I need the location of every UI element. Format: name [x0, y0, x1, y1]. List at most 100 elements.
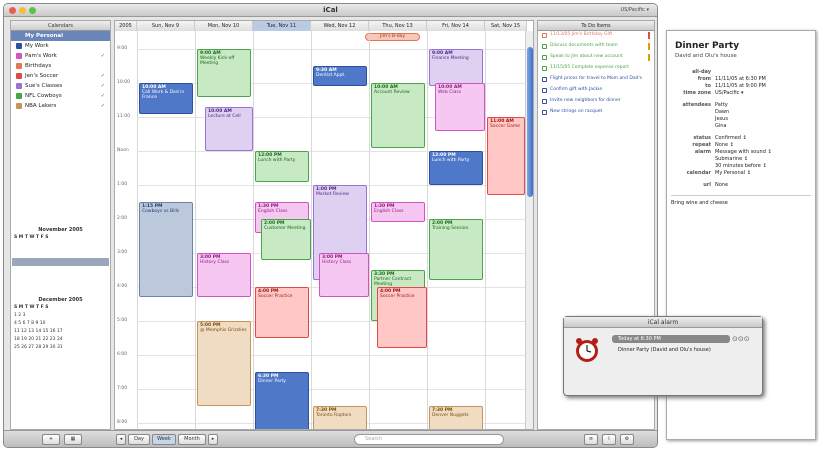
info-value[interactable]: Message with sound ↕ — [715, 149, 809, 156]
week-view-button[interactable]: Week — [152, 434, 176, 445]
info-row[interactable]: all-day — [667, 69, 815, 76]
event-block[interactable]: 4:00 PM Soccer Practice — [255, 287, 309, 338]
info-row[interactable]: repeat None ↕ — [667, 142, 815, 149]
calendar-checkbox[interactable] — [16, 53, 22, 59]
info-value[interactable]: Submarine ↕ — [715, 156, 809, 163]
event-block[interactable]: 9:30 AM Dentist Appt. — [313, 66, 367, 87]
calendar-item[interactable]: NFL Cowboys ✓ — [11, 91, 110, 101]
calendar-item[interactable]: My Personal — [11, 31, 110, 41]
todo-checkbox[interactable] — [542, 99, 547, 104]
search-field[interactable]: Search — [354, 434, 504, 445]
calendar-item[interactable]: My Work — [11, 41, 110, 51]
day-header[interactable]: Tue, Nov 11 — [253, 21, 311, 31]
day-view-button[interactable]: Day — [128, 434, 150, 445]
event-block[interactable]: 10:00 AM Lecture at Cell — [205, 106, 254, 151]
todo-item[interactable]: Invite new neighbors for dinner — [538, 97, 654, 108]
event-block[interactable]: 4:00 PM Soccer Practice — [377, 287, 427, 349]
day-header[interactable]: Thu, Nov 13 — [369, 21, 427, 31]
previous-button[interactable]: ◂ — [116, 434, 126, 445]
mini-week-row[interactable] — [12, 274, 109, 282]
grid-scrollbar[interactable] — [525, 31, 533, 429]
scroll-thumb[interactable] — [527, 47, 533, 197]
event-block[interactable]: 12:00 PM Lunch with Party — [255, 151, 309, 182]
todo-item[interactable]: 11/13/05 Jim's Birthday Gift — [538, 31, 654, 42]
month-view-button[interactable]: Month — [178, 434, 206, 445]
calendar-item[interactable]: Sue's Classes ✓ — [11, 81, 110, 91]
todo-item[interactable]: 11/15/05 Complete expense report — [538, 64, 654, 75]
day-header[interactable]: Fri, Nov 14 — [427, 21, 485, 31]
event-block[interactable]: 7:30 PM Toronto Raptors — [313, 406, 367, 429]
alarm-controls[interactable]: ⊙⊙⊙ — [732, 335, 750, 343]
todo-checkbox[interactable] — [542, 33, 547, 38]
info-row[interactable]: time zone US/Pacific ▾ — [667, 90, 815, 97]
day-header[interactable]: 2005 — [115, 21, 137, 31]
calendar-item[interactable]: Pam's Work ✓ — [11, 51, 110, 61]
mini-week-row[interactable]: 25 26 27 28 29 30 31 — [12, 344, 109, 352]
todo-toggle-button[interactable]: ≡ — [584, 434, 598, 445]
info-value[interactable] — [715, 69, 809, 76]
calendar-item[interactable]: NBA Lakers ✓ — [11, 101, 110, 111]
event-title[interactable]: Dinner Party — [667, 31, 815, 51]
event-block[interactable]: 12:00 PM Lunch with Party — [429, 151, 483, 185]
event-block[interactable]: 11:00 AM Soccer Game — [487, 117, 525, 196]
day-header[interactable]: Mon, Nov 10 — [195, 21, 253, 31]
event-block[interactable]: 2:00 PM Training Session — [429, 219, 483, 281]
day-header[interactable]: Wed, Nov 12 — [311, 21, 369, 31]
info-value[interactable]: 11/11/05 at 9:00 PM — [715, 83, 809, 90]
calendar-checkbox[interactable] — [16, 63, 22, 69]
info-row[interactable]: url None — [667, 182, 815, 189]
info-value[interactable]: None — [715, 182, 809, 189]
todo-item[interactable]: Discuss documents with team — [538, 42, 654, 53]
event-block[interactable]: 2:00 PM Customer Meeting — [261, 219, 311, 260]
day-header[interactable]: Sat, Nov 15 — [485, 21, 527, 31]
info-value[interactable]: Confirmed ↕ — [715, 135, 809, 142]
mini-week-row[interactable] — [12, 266, 109, 274]
info-value[interactable]: US/Pacific ▾ — [715, 90, 809, 97]
info-row[interactable]: alarm Message with sound ↕ — [667, 149, 815, 156]
todo-checkbox[interactable] — [542, 55, 547, 60]
info-value[interactable]: 11/11/05 at 6:30 PM — [715, 76, 809, 83]
settings-button[interactable]: ⚙ — [620, 434, 634, 445]
event-block[interactable]: 6:30 PM Dinner Party — [255, 372, 309, 429]
todo-item[interactable]: Flight prices for travel to Mom and Dad'… — [538, 75, 654, 86]
info-value[interactable]: 30 minutes before ↕ — [715, 163, 809, 170]
event-block[interactable]: 3:00 PM History Class — [319, 253, 369, 298]
info-row[interactable]: from 11/11/05 at 6:30 PM — [667, 76, 815, 83]
info-value[interactable]: Jesus — [715, 116, 809, 123]
calendar-checkbox[interactable] — [16, 93, 22, 99]
calendar-checkbox[interactable] — [16, 33, 22, 39]
info-row[interactable]: status Confirmed ↕ — [667, 135, 815, 142]
mini-week-row[interactable] — [12, 250, 109, 258]
calendar-checkbox[interactable] — [16, 83, 22, 89]
calendar-checkbox[interactable] — [16, 73, 22, 79]
mini-week-row[interactable]: 4 5 6 7 8 9 10 — [12, 320, 109, 328]
info-value[interactable]: Patty — [715, 102, 809, 109]
info-row[interactable]: 30 minutes before ↕ — [667, 163, 815, 170]
day-header[interactable]: Sun, Nov 9 — [137, 21, 195, 31]
info-row[interactable]: Gina — [667, 123, 815, 130]
week-grid[interactable]: 2005 Sun, Nov 9 Mon, Nov 10 Tue, Nov 11 Wed,… — [114, 20, 534, 430]
todo-checkbox[interactable] — [542, 44, 547, 49]
todo-checkbox[interactable] — [542, 66, 547, 71]
add-calendar-button[interactable]: + — [42, 434, 60, 445]
todo-item[interactable]: Speak to Jim about new account — [538, 53, 654, 64]
mini-week-row[interactable]: 18 19 20 21 22 23 24 — [12, 336, 109, 344]
timezone-menu[interactable]: US/Pacific ▾ — [620, 7, 649, 13]
info-row[interactable]: Dawn — [667, 109, 815, 116]
event-block[interactable]: 10:00 AM Account Review — [371, 83, 425, 148]
calendar-item[interactable]: Birthdays — [11, 61, 110, 71]
mini-week-row[interactable]: 1 2 3 — [12, 312, 109, 320]
info-row[interactable]: calendar My Personal ↕ — [667, 170, 815, 177]
info-row[interactable]: Submarine ↕ — [667, 156, 815, 163]
event-block[interactable]: 5:00 PM @ Memphis Grizzlies — [197, 321, 251, 406]
todo-checkbox[interactable] — [542, 110, 547, 115]
todo-item[interactable]: New strings on racquet — [538, 108, 654, 119]
info-button[interactable]: i — [602, 434, 616, 445]
info-row[interactable]: attendees Patty — [667, 102, 815, 109]
info-value[interactable]: My Personal ↕ — [715, 170, 809, 177]
info-value[interactable]: Gina — [715, 123, 809, 130]
todo-checkbox[interactable] — [542, 88, 547, 93]
event-block[interactable]: 1:30 PM English Class — [371, 202, 425, 223]
todo-checkbox[interactable] — [542, 77, 547, 82]
event-block[interactable]: 3:00 PM History Class — [197, 253, 251, 298]
